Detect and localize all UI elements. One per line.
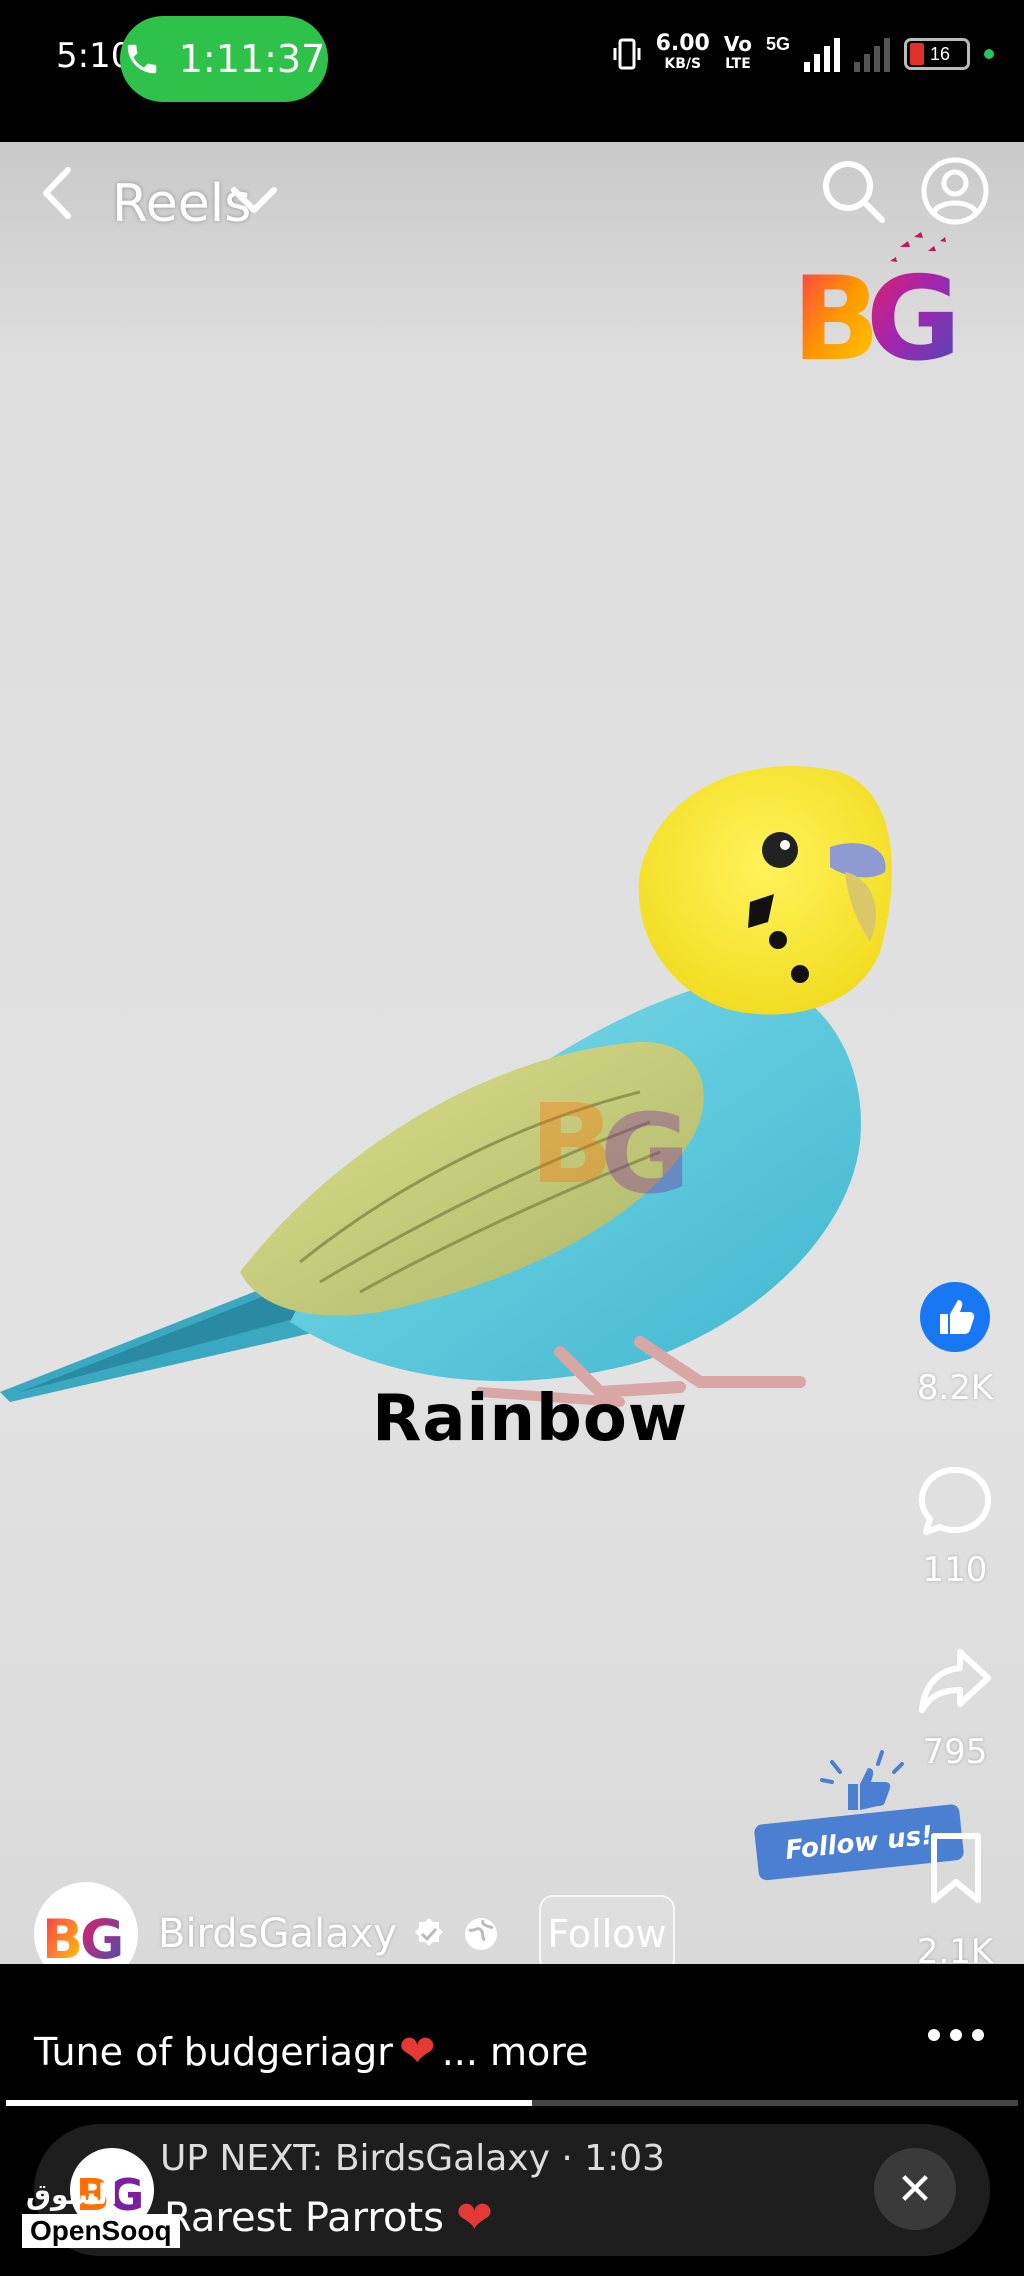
comment-count: 110: [922, 1550, 988, 1590]
description-text: Tune of budgeriagr: [34, 2029, 393, 2074]
network-speed: 6.00 KB/S: [655, 31, 710, 73]
share-icon[interactable]: [918, 1646, 992, 1716]
progress-fill: [6, 2100, 533, 2106]
like-icon[interactable]: [920, 1282, 990, 1352]
avatar[interactable]: B G: [34, 1882, 138, 1964]
reel-video[interactable]: Reels B G B G Rainbow 8.2K 110 795 Follo…: [0, 142, 1024, 1964]
phone-icon: [127, 44, 156, 74]
author-name[interactable]: BirdsGalaxy: [158, 1911, 397, 1957]
playback-progress[interactable]: [6, 2100, 1018, 2106]
ongoing-call-pill[interactable]: 1:11:37: [120, 16, 328, 102]
back-arrow-icon[interactable]: [32, 162, 82, 224]
battery-indicator: 16: [904, 38, 970, 70]
signal-bars-sim2: [854, 36, 890, 72]
volte-indicator: Vo LTE: [723, 32, 752, 72]
video-caption: Rainbow: [372, 1382, 688, 1456]
signal-bars-sim1: [804, 36, 840, 72]
vibrate-icon: [613, 38, 641, 70]
svg-text:G: G: [866, 252, 961, 367]
search-icon[interactable]: [818, 156, 888, 226]
more-link[interactable]: ... more: [442, 2030, 589, 2074]
like-count: 8.2K: [916, 1368, 994, 1408]
close-icon[interactable]: ✕: [874, 2148, 956, 2230]
reel-description[interactable]: Tune of budgeriagr ❤ ... more: [34, 2026, 588, 2077]
up-next-title: Rarest Parrots ❤: [164, 2192, 493, 2243]
network-type: 5G: [765, 34, 790, 54]
budgerigar-image: B G: [0, 766, 892, 1407]
comment-icon[interactable]: [918, 1464, 992, 1538]
verified-icon: [415, 1918, 444, 1946]
svg-text:B: B: [42, 1908, 83, 1964]
avatar-logo: B G: [42, 1908, 124, 1964]
up-next-label: UP NEXT: BirdsGalaxy · 1:03: [160, 2138, 666, 2179]
watermark-english: OpenSooq: [22, 2214, 180, 2248]
call-duration: 1:11:37: [178, 37, 326, 81]
follow-button[interactable]: Follow: [539, 1895, 676, 1964]
status-indicators: 6.00 KB/S Vo LTE 5G 16: [612, 31, 994, 74]
profile-icon[interactable]: [920, 156, 990, 226]
svg-text:G: G: [80, 1908, 124, 1964]
status-bar: 5:10 1:11:37 6.00 KB/S Vo LTE 5G 16: [0, 0, 1024, 142]
author-row: B G BirdsGalaxy Follow: [34, 1882, 676, 1964]
globe-icon: [465, 1918, 498, 1950]
more-icon[interactable]: [926, 2020, 986, 2050]
privacy-dot: [984, 49, 994, 59]
svg-text:G: G: [600, 1090, 690, 1218]
brand-logo: B G: [792, 232, 961, 367]
save-count: 2.1K: [916, 1932, 994, 1964]
heart-icon: ❤: [455, 2192, 493, 2243]
chevron-down-icon[interactable]: [228, 182, 280, 218]
heart-icon: ❤: [398, 2026, 436, 2077]
bookmark-icon[interactable]: [928, 1832, 984, 1904]
opensooq-watermark: السوق المفتوح OpenSooq: [22, 2178, 180, 2252]
